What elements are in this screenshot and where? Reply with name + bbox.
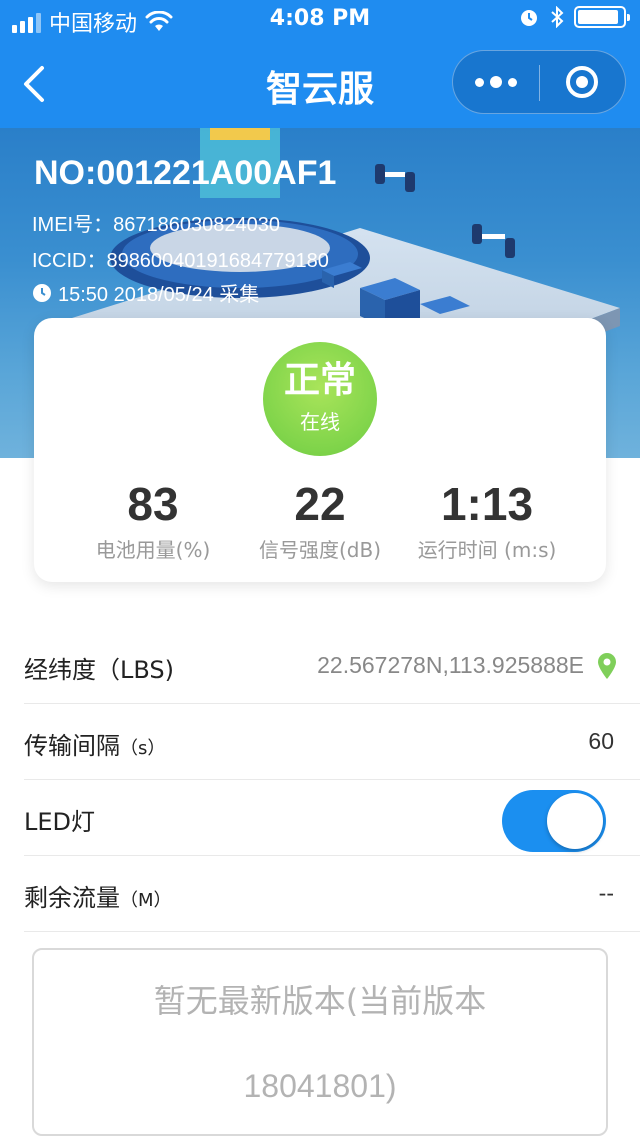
location-row[interactable]: 经纬度（LBS) 22.567278N,113.925888E bbox=[24, 628, 640, 704]
more-dot-icon bbox=[490, 76, 502, 88]
battery-fill bbox=[578, 10, 618, 24]
firmware-version-button[interactable]: 暂无最新版本(当前版本 18041801) bbox=[32, 948, 608, 1136]
close-mini-program-button[interactable] bbox=[539, 51, 625, 113]
more-button[interactable] bbox=[453, 51, 539, 113]
toggle-knob bbox=[547, 793, 603, 849]
interval-label: 传输间隔（s） bbox=[24, 726, 165, 761]
led-toggle[interactable] bbox=[502, 790, 606, 852]
collected-time: 15:50 2018/05/24 采集 bbox=[32, 278, 259, 307]
device-detail-page: 中国移动 4:08 PM 智云服 NO:001221A00AF1 IMEI号：8… bbox=[0, 0, 640, 1136]
version-text-line2: 18041801) bbox=[243, 1068, 397, 1104]
collected-time-text: 15:50 2018/05/24 采集 bbox=[58, 284, 260, 306]
led-label: LED灯 bbox=[24, 808, 96, 836]
signal-stat: 22 信号强度(dB) bbox=[225, 478, 415, 563]
battery-value: 83 bbox=[127, 478, 179, 530]
traffic-value: -- bbox=[598, 880, 614, 906]
status-right bbox=[518, 6, 630, 28]
traffic-label-text: 剩余流量 bbox=[24, 884, 120, 912]
mini-program-capsule bbox=[452, 50, 626, 114]
signal-value: 22 bbox=[294, 478, 346, 530]
more-dot-icon bbox=[475, 77, 484, 87]
traffic-label: 剩余流量（M） bbox=[24, 878, 172, 913]
location-label: 经纬度（LBS) bbox=[24, 656, 175, 684]
signal-label: 信号强度(dB) bbox=[258, 538, 382, 562]
traffic-unit: （M） bbox=[120, 890, 172, 911]
device-imei: IMEI号：867186030824030 bbox=[32, 214, 280, 236]
battery-stat: 83 电池用量(%) bbox=[58, 478, 248, 563]
nav-bar: 智云服 bbox=[0, 40, 640, 128]
target-icon bbox=[566, 66, 598, 98]
location-value: 22.567278N,113.925888E bbox=[317, 652, 584, 678]
device-settings-list: 经纬度（LBS) 22.567278N,113.925888E 传输间隔（s） … bbox=[0, 628, 640, 932]
battery-label: 电池用量(%) bbox=[95, 538, 211, 562]
status-sub-text: 在线 bbox=[300, 410, 340, 434]
status-bar: 中国移动 4:08 PM bbox=[0, 0, 640, 40]
alarm-icon bbox=[518, 6, 540, 28]
clock-icon bbox=[33, 283, 51, 302]
device-number: NO:001221A00AF1 bbox=[34, 154, 337, 192]
interval-value: 60 bbox=[588, 728, 614, 754]
runtime-stat: 1:13 运行时间 (m:s) bbox=[392, 478, 582, 563]
device-iccid: ICCID：89860040191684779180 bbox=[32, 250, 329, 272]
runtime-label: 运行时间 (m:s) bbox=[417, 538, 557, 562]
status-main-text: 正常 bbox=[283, 360, 356, 401]
status-card: 正常 在线 83 电池用量(%) 22 信号强度(dB) 1:13 运行时间 (… bbox=[34, 318, 606, 582]
online-status-badge: 正常 在线 bbox=[263, 342, 377, 456]
interval-row[interactable]: 传输间隔（s） 60 bbox=[24, 704, 640, 780]
bluetooth-icon bbox=[550, 6, 564, 28]
map-pin-icon[interactable] bbox=[596, 652, 618, 680]
interval-unit: （s） bbox=[120, 738, 166, 759]
more-dot-icon bbox=[508, 77, 517, 87]
interval-label-text: 传输间隔 bbox=[24, 732, 120, 760]
battery-icon bbox=[574, 6, 630, 28]
traffic-row: 剩余流量（M） -- bbox=[24, 856, 640, 932]
version-text-line1: 暂无最新版本(当前版本 bbox=[153, 982, 487, 1020]
runtime-value: 1:13 bbox=[440, 478, 534, 530]
led-row: LED灯 bbox=[24, 780, 640, 856]
